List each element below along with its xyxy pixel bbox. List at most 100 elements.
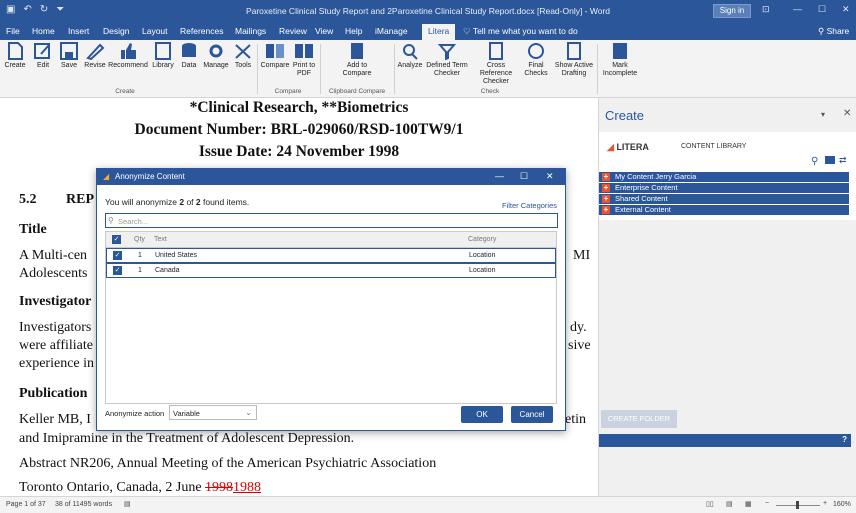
cancel-button[interactable]: Cancel [511,406,553,423]
tab-file[interactable]: File [6,26,20,36]
pane-options-icon[interactable]: ▾ [821,110,825,119]
content-library-label: CONTENT LIBRARY [681,143,747,150]
show-active-drafting-button[interactable]: Show Active Drafting [554,42,594,78]
zoom-in-icon[interactable]: + [823,500,827,507]
library-label: Library [152,62,174,69]
create-folder-button[interactable]: CREATE FOLDER [601,410,677,428]
share-button[interactable]: ⚲ Share [818,26,849,37]
table-row[interactable]: ✓ 1 United States Location [106,248,556,263]
zoom-slider-thumb[interactable] [796,501,799,509]
tab-imanage[interactable]: iManage [375,26,408,36]
mark-incomplete-label: Mark Incomplete [602,62,638,77]
tab-design[interactable]: Design [103,26,129,36]
edit-button[interactable]: Edit [32,42,54,70]
tab-litera[interactable]: Litera [422,24,456,40]
person-icon: ⚲ [818,26,827,36]
document-icon [8,42,23,60]
publication-line1-end: etin [565,412,586,427]
word-count[interactable]: 38 of 11495 words [55,501,112,508]
dialog-summary: You will anonymize 2 of 2 found items. [105,197,249,207]
tab-mailings[interactable]: Mailings [235,26,266,36]
expand-icon: + [602,183,610,192]
page-count[interactable]: Page 1 of 37 [6,501,46,508]
revise-button[interactable]: Revise [83,42,107,70]
dialog-maximize-icon[interactable]: ☐ [520,171,528,182]
help-icon[interactable]: ? [842,435,847,444]
anonymize-action-select[interactable]: Variable ⌄ [169,405,257,420]
lib-row-external[interactable]: + External Content [599,205,849,215]
dialog-close-icon[interactable]: ✕ [546,171,554,182]
analyze-label: Analyze [397,62,423,69]
publication-line4: Toronto Ontario, Canada, 2 June 19981988 [19,480,261,496]
row-category: Location [469,252,496,259]
select-all-checkbox[interactable]: ✓ [112,235,121,244]
tab-insert[interactable]: Insert [68,26,89,36]
lib-row-shared[interactable]: + Shared Content [599,194,849,204]
filter-categories-link[interactable]: Filter Categories [502,201,557,210]
close-icon[interactable]: ✕ [842,4,850,15]
search-input[interactable]: ⚲ Search... [105,213,558,228]
ribbon-display-icon[interactable]: ⊡ [762,4,770,15]
cross-reference-checker-button[interactable]: Cross Reference Checker [471,42,521,86]
cross-reference-label: Cross Reference Checker [479,62,513,85]
tab-review[interactable]: Review [279,26,307,36]
print-to-pdf-button[interactable]: Print to PDF [291,42,317,78]
tools-button[interactable]: Tools [232,42,254,70]
tell-me-search[interactable]: ♡ Tell me what you want to do [463,26,578,37]
col-text: Text [154,236,167,243]
tab-layout[interactable]: Layout [142,26,168,36]
investigator-line2: were affiliate [19,338,93,353]
tab-references[interactable]: References [180,26,223,36]
anonymize-action-label: Anonymize action [105,409,165,418]
tab-help[interactable]: Help [345,26,362,36]
separator [320,44,321,94]
lib-row-label: External Content [615,205,671,214]
data-button[interactable]: Data [178,42,200,70]
create-button[interactable]: Create [4,42,26,70]
tools-label: Tools [234,62,252,69]
dialog-minimize-icon[interactable]: — [495,171,504,181]
tab-home[interactable]: Home [32,26,55,36]
tab-view[interactable]: View [315,26,333,36]
zoom-out-icon[interactable]: − [765,500,769,507]
folder-icon[interactable] [825,156,835,164]
maximize-icon[interactable]: ☐ [818,4,826,15]
sign-in-button[interactable]: Sign in [713,4,751,18]
sync-icon[interactable]: ⇄ [839,155,847,166]
add-to-compare-button[interactable]: Add to Compare [340,42,374,78]
wrench-icon [235,44,251,59]
web-layout-icon[interactable]: ▦ [745,500,752,508]
anonymize-dialog: ◢ Anonymize Content — ☐ ✕ You will anony… [96,168,566,431]
print-layout-icon[interactable]: ▤ [726,500,733,508]
defined-term-icon [437,44,457,60]
search-icon[interactable]: ⚲ [811,156,818,167]
library-button[interactable]: Library [149,42,177,70]
lib-row-enterprise[interactable]: + Enterprise Content [599,183,849,193]
title-heading: Title [19,222,47,237]
defined-term-checker-button[interactable]: Defined Term Checker [426,42,468,78]
dialog-title-bar: ◢ Anonymize Content — ☐ ✕ [97,169,565,185]
ok-button[interactable]: OK [461,406,503,423]
proofing-icon[interactable]: ▤ [124,500,131,508]
pane-close-icon[interactable]: ✕ [843,108,851,119]
zoom-level[interactable]: 160% [833,501,851,508]
expand-icon: + [602,205,610,214]
revise-label: Revise [84,62,106,69]
edit-label: Edit [36,62,50,69]
recommend-label: Recommend [108,62,148,69]
row-checkbox[interactable]: ✓ [113,251,122,260]
save-ribbon-button[interactable]: Save [58,42,80,70]
minimize-icon[interactable]: — [793,4,802,14]
table-row[interactable]: ✓ 1 Canada Location [106,263,556,278]
compare-button[interactable]: Compare [260,42,290,70]
read-mode-icon[interactable]: ▯▯ [706,500,714,508]
mark-incomplete-button[interactable]: Mark Incomplete [600,42,640,78]
manage-button[interactable]: Manage [201,42,231,70]
row-checkbox[interactable]: ✓ [113,266,122,275]
lib-row-label: Shared Content [615,194,668,203]
lib-row-my-content[interactable]: + My Content Jerry Garcia [599,172,849,182]
publication-line2: and Imipramine in the Treatment of Adole… [19,431,355,446]
final-checks-button[interactable]: Final Checks [522,42,550,78]
recommend-button[interactable]: Recommend [108,42,148,70]
analyze-button[interactable]: Analyze [396,42,424,70]
